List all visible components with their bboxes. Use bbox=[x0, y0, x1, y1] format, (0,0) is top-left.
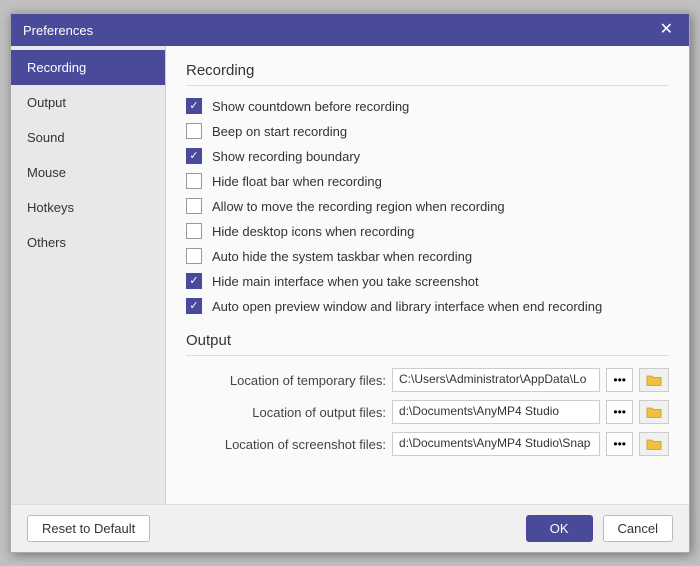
output-label-output-files: Location of output files: bbox=[186, 405, 386, 420]
main-content: Recording Show countdown before recordin… bbox=[166, 46, 689, 504]
title-bar: Preferences ✕ bbox=[11, 14, 689, 46]
checkbox-row-auto-open-preview: Auto open preview window and library int… bbox=[186, 298, 669, 314]
recording-section-title: Recording bbox=[186, 62, 669, 86]
checkbox-label-hide-main-interface: Hide main interface when you take screen… bbox=[212, 274, 479, 289]
output-row-temp-files: Location of temporary files: C:\Users\Ad… bbox=[186, 368, 669, 392]
sidebar-item-others[interactable]: Others bbox=[11, 225, 165, 260]
checkbox-hide-main-interface[interactable] bbox=[186, 273, 202, 289]
checkbox-label-auto-hide-taskbar: Auto hide the system taskbar when record… bbox=[212, 249, 472, 264]
checkbox-label-beep-on-start: Beep on start recording bbox=[212, 124, 347, 139]
folder-icon bbox=[646, 436, 662, 452]
output-row-screenshot-files: Location of screenshot files: d:\Documen… bbox=[186, 432, 669, 456]
checkbox-row-allow-move: Allow to move the recording region when … bbox=[186, 198, 669, 214]
checkbox-label-show-boundary: Show recording boundary bbox=[212, 149, 360, 164]
dialog-body: Recording Output Sound Mouse Hotkeys Oth… bbox=[11, 46, 689, 504]
cancel-button[interactable]: Cancel bbox=[603, 515, 673, 542]
sidebar: Recording Output Sound Mouse Hotkeys Oth… bbox=[11, 46, 166, 504]
checkbox-row-auto-hide-taskbar: Auto hide the system taskbar when record… bbox=[186, 248, 669, 264]
checkbox-row-hide-float-bar: Hide float bar when recording bbox=[186, 173, 669, 189]
output-dots-temp-files[interactable]: ••• bbox=[606, 368, 633, 392]
output-section: Output Location of temporary files: C:\U… bbox=[186, 332, 669, 456]
preferences-dialog: Preferences ✕ Recording Output Sound Mou… bbox=[10, 13, 690, 553]
sidebar-item-hotkeys[interactable]: Hotkeys bbox=[11, 190, 165, 225]
checkbox-hide-float-bar[interactable] bbox=[186, 173, 202, 189]
folder-icon bbox=[646, 372, 662, 388]
footer-right: OK Cancel bbox=[526, 515, 673, 542]
dialog-footer: Reset to Default OK Cancel bbox=[11, 504, 689, 552]
output-dots-screenshot-files[interactable]: ••• bbox=[606, 432, 633, 456]
folder-icon bbox=[646, 404, 662, 420]
checkbox-beep-on-start[interactable] bbox=[186, 123, 202, 139]
checkbox-label-auto-open-preview: Auto open preview window and library int… bbox=[212, 299, 602, 314]
output-dots-output-files[interactable]: ••• bbox=[606, 400, 633, 424]
output-field-screenshot-files[interactable]: d:\Documents\AnyMP4 Studio\Snap bbox=[392, 432, 600, 456]
sidebar-item-sound[interactable]: Sound bbox=[11, 120, 165, 155]
dialog-title: Preferences bbox=[23, 23, 93, 38]
output-field-output-files[interactable]: d:\Documents\AnyMP4 Studio bbox=[392, 400, 600, 424]
output-section-title: Output bbox=[186, 332, 669, 356]
checkbox-row-hide-desktop-icons: Hide desktop icons when recording bbox=[186, 223, 669, 239]
sidebar-item-recording[interactable]: Recording bbox=[11, 50, 165, 85]
checkbox-hide-desktop-icons[interactable] bbox=[186, 223, 202, 239]
output-folder-output-files[interactable] bbox=[639, 400, 669, 424]
checkbox-allow-move[interactable] bbox=[186, 198, 202, 214]
sidebar-item-mouse[interactable]: Mouse bbox=[11, 155, 165, 190]
checkbox-label-allow-move: Allow to move the recording region when … bbox=[212, 199, 505, 214]
output-folder-temp-files[interactable] bbox=[639, 368, 669, 392]
sidebar-item-output[interactable]: Output bbox=[11, 85, 165, 120]
checkbox-auto-hide-taskbar[interactable] bbox=[186, 248, 202, 264]
ok-button[interactable]: OK bbox=[526, 515, 593, 542]
checkbox-show-boundary[interactable] bbox=[186, 148, 202, 164]
output-label-screenshot-files: Location of screenshot files: bbox=[186, 437, 386, 452]
output-label-temp-files: Location of temporary files: bbox=[186, 373, 386, 388]
reset-to-default-button[interactable]: Reset to Default bbox=[27, 515, 150, 542]
output-field-temp-files[interactable]: C:\Users\Administrator\AppData\Lo bbox=[392, 368, 600, 392]
checkbox-label-hide-desktop-icons: Hide desktop icons when recording bbox=[212, 224, 414, 239]
checkbox-row-beep-on-start: Beep on start recording bbox=[186, 123, 669, 139]
output-row-output-files: Location of output files: d:\Documents\A… bbox=[186, 400, 669, 424]
checkbox-auto-open-preview[interactable] bbox=[186, 298, 202, 314]
checkbox-row-show-countdown: Show countdown before recording bbox=[186, 98, 669, 114]
checkbox-row-show-boundary: Show recording boundary bbox=[186, 148, 669, 164]
checkbox-row-hide-main-interface: Hide main interface when you take screen… bbox=[186, 273, 669, 289]
checkbox-label-show-countdown: Show countdown before recording bbox=[212, 99, 409, 114]
close-button[interactable]: ✕ bbox=[656, 20, 677, 40]
checkbox-show-countdown[interactable] bbox=[186, 98, 202, 114]
output-folder-screenshot-files[interactable] bbox=[639, 432, 669, 456]
checkbox-label-hide-float-bar: Hide float bar when recording bbox=[212, 174, 382, 189]
